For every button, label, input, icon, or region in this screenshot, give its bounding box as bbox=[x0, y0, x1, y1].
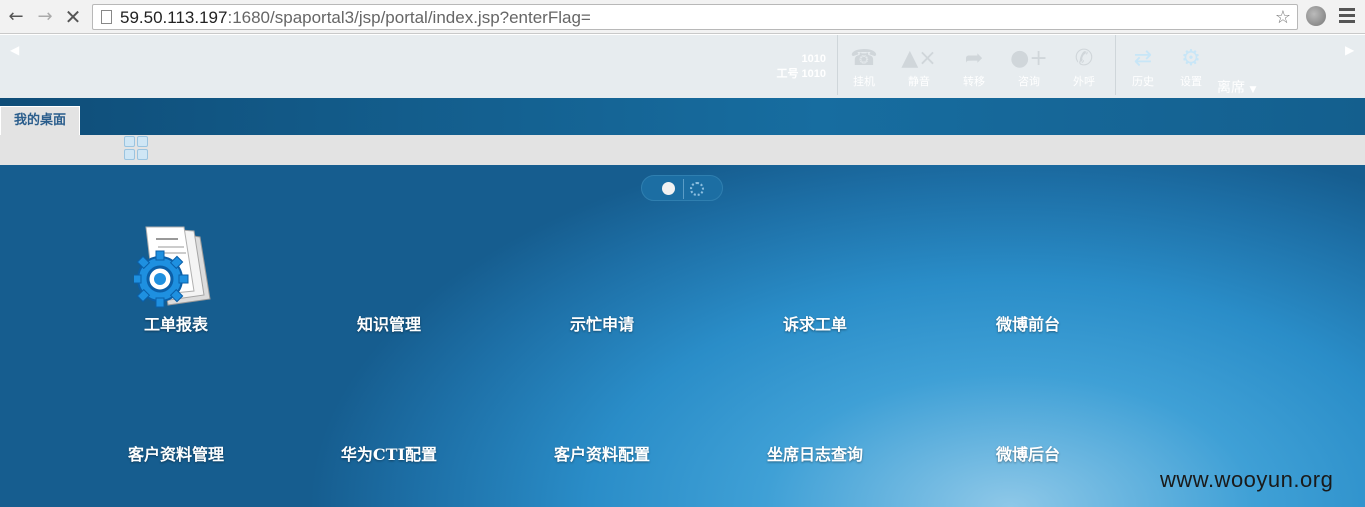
mute-icon: ▲× bbox=[901, 46, 937, 71]
desktop-pager[interactable] bbox=[641, 175, 723, 201]
report-gear-icon bbox=[134, 226, 211, 308]
forward-icon[interactable]: → bbox=[34, 6, 56, 28]
app-label: 知识管理 bbox=[356, 315, 421, 334]
app-agent-log-query[interactable]: 坐席日志查询 bbox=[735, 355, 895, 465]
agent-id: 工号 1010 bbox=[776, 68, 826, 80]
app-weibo-backend[interactable]: 微博后台 bbox=[948, 355, 1108, 465]
app-customer-data-management[interactable]: 客户资料管理 bbox=[96, 355, 256, 465]
history-icon: ⇄ bbox=[1133, 46, 1153, 71]
chevron-down-icon: ▼ bbox=[1249, 85, 1257, 95]
tab-my-desktop[interactable]: 我的桌面 bbox=[0, 106, 80, 135]
page-icon bbox=[101, 10, 112, 24]
outbound-call-label: 外呼 bbox=[1073, 75, 1095, 88]
app-weibo-frontend[interactable]: 微博前台 bbox=[948, 225, 1108, 335]
toolbar-divider bbox=[1115, 35, 1116, 95]
consult-icon: ●+ bbox=[1010, 46, 1048, 71]
app-knowledge-management[interactable]: 知识管理 bbox=[309, 225, 469, 335]
outbound-call-button[interactable]: ✆ 外呼 bbox=[1061, 45, 1107, 95]
seat-status-dropdown[interactable]: 离席 ▼ bbox=[1217, 77, 1256, 97]
app-label: 微博前台 bbox=[995, 315, 1060, 334]
all-apps-icon[interactable] bbox=[690, 182, 704, 196]
app-label: 华为CTI配置 bbox=[340, 445, 438, 464]
app-busy-request[interactable]: 示忙申请 bbox=[522, 225, 682, 335]
scroll-left-icon[interactable]: ◀ bbox=[10, 43, 19, 57]
consult-button[interactable]: ●+ 咨询 bbox=[1006, 45, 1052, 95]
url-path: :1680/spaportal3/jsp/portal/index.jsp?en… bbox=[227, 8, 591, 27]
app-huawei-cti-config[interactable]: 华为CTI配置 bbox=[309, 355, 469, 465]
transfer-label: 转移 bbox=[963, 75, 985, 88]
agent-info: 1010 工号 1010 bbox=[760, 52, 826, 82]
tab-strip: 我的桌面 bbox=[0, 98, 1365, 135]
outbound-call-icon: ✆ bbox=[1074, 46, 1094, 71]
desktop-subbar bbox=[0, 135, 1365, 165]
app-label: 微博后台 bbox=[995, 445, 1060, 464]
bookmark-star-icon[interactable]: ☆ bbox=[1275, 7, 1291, 28]
desktop-area: 工单报表 知识管理 示忙申请 诉求工单 微博前台 客户资料管理 华为CTI配置 … bbox=[0, 165, 1365, 507]
settings-button[interactable]: ⚙ 设置 bbox=[1168, 45, 1214, 95]
mute-button[interactable]: ▲× 静音 bbox=[896, 45, 942, 95]
app-label: 客户资料管理 bbox=[127, 445, 224, 464]
page-indicator-dot[interactable] bbox=[662, 182, 675, 195]
app-label: 客户资料配置 bbox=[553, 445, 650, 464]
url-host: 59.50.113.197 bbox=[120, 8, 228, 27]
app-grid-icon[interactable] bbox=[124, 136, 150, 162]
hangup-icon: ☎ bbox=[850, 46, 878, 71]
url-text[interactable]: 59.50.113.197:1680/spaportal3/jsp/portal… bbox=[120, 8, 591, 28]
app-label: 示忙申请 bbox=[569, 315, 634, 334]
browser-toolbar: ← → ✕ 59.50.113.197:1680/spaportal3/jsp/… bbox=[0, 0, 1365, 34]
back-icon[interactable]: ← bbox=[5, 6, 27, 28]
app-label: 工单报表 bbox=[143, 315, 208, 334]
agent-ext: 1010 bbox=[801, 53, 826, 65]
tab-label: 我的桌面 bbox=[13, 113, 66, 128]
history-label: 历史 bbox=[1132, 75, 1154, 88]
scroll-right-icon[interactable]: ▶ bbox=[1345, 43, 1354, 57]
extension-globe-icon[interactable] bbox=[1306, 6, 1326, 26]
stop-icon[interactable]: ✕ bbox=[62, 6, 84, 28]
app-appeal-ticket[interactable]: 诉求工单 bbox=[735, 225, 895, 335]
consult-label: 咨询 bbox=[1018, 75, 1040, 88]
mute-label: 静音 bbox=[908, 75, 930, 88]
address-bar[interactable]: 59.50.113.197:1680/spaportal3/jsp/portal… bbox=[92, 4, 1298, 30]
app-customer-data-config[interactable]: 客户资料配置 bbox=[522, 355, 682, 465]
history-button[interactable]: ⇄ 历史 bbox=[1120, 45, 1166, 95]
call-toolbar: ◀ ▶ 1010 工号 1010 ☎ 挂机 ▲× 静音 ➦ 转移 ●+ 咨询 ✆… bbox=[0, 35, 1365, 98]
app-ticket-report[interactable]: 工单报表 bbox=[96, 225, 256, 335]
app-label: 诉求工单 bbox=[782, 315, 847, 334]
settings-icon: ⚙ bbox=[1181, 46, 1201, 71]
transfer-button[interactable]: ➦ 转移 bbox=[951, 45, 997, 95]
hangup-button[interactable]: ☎ 挂机 bbox=[841, 45, 887, 95]
pager-divider bbox=[683, 179, 684, 199]
seat-status: 离席 bbox=[1217, 80, 1245, 96]
watermark: www.wooyun.org bbox=[1160, 467, 1334, 492]
settings-label: 设置 bbox=[1180, 75, 1202, 88]
browser-menu-icon[interactable] bbox=[1339, 8, 1355, 24]
app-label: 坐席日志查询 bbox=[766, 445, 863, 464]
toolbar-divider bbox=[837, 35, 838, 95]
transfer-icon: ➦ bbox=[964, 46, 984, 71]
hangup-label: 挂机 bbox=[853, 75, 875, 88]
